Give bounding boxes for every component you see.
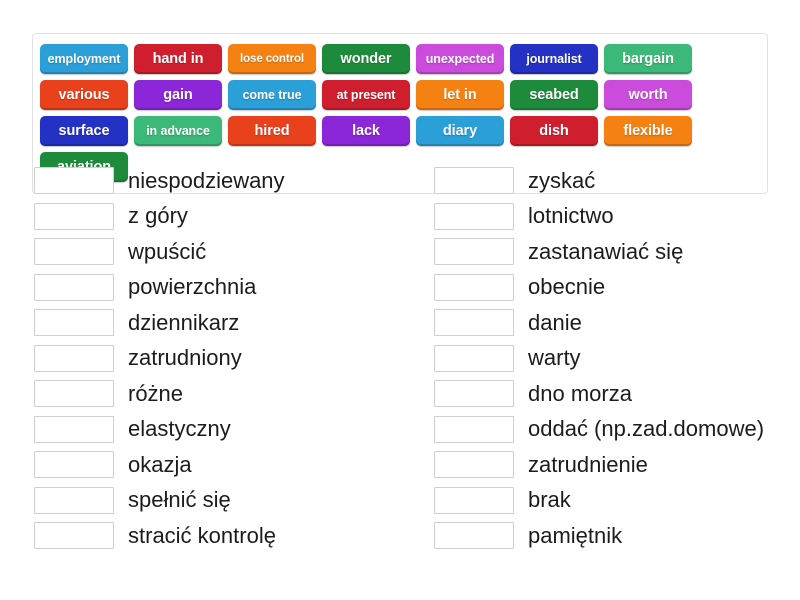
word-tile[interactable]: unexpected: [416, 44, 504, 74]
drop-slot[interactable]: [34, 202, 114, 230]
drop-slot[interactable]: [434, 238, 514, 266]
word-tile[interactable]: hand in: [134, 44, 222, 74]
answer-label: zastanawiać się: [528, 238, 684, 264]
word-tile[interactable]: wonder: [322, 44, 410, 74]
drop-slot[interactable]: [434, 451, 514, 479]
drop-slot[interactable]: [34, 273, 114, 301]
answer-row: zastanawiać się: [434, 234, 800, 270]
answer-label: powierzchnia: [128, 274, 257, 300]
answer-row: oddać (np.zad.domowe): [434, 412, 800, 448]
answer-label: wpuścić: [128, 238, 207, 264]
answer-label: warty: [528, 345, 581, 371]
word-tile[interactable]: seabed: [510, 80, 598, 110]
answer-row: stracić kontrolę: [34, 518, 400, 554]
answer-row: spełnić się: [34, 483, 400, 519]
drop-slot[interactable]: [434, 273, 514, 301]
answer-row: zatrudniony: [34, 341, 400, 377]
word-tile[interactable]: surface: [40, 116, 128, 146]
answer-column-left: niespodziewany z góry wpuścić powierzchnia d…: [0, 163, 400, 554]
answer-label: brak: [528, 487, 571, 513]
drop-slot[interactable]: [434, 380, 514, 408]
word-tile[interactable]: hired: [228, 116, 316, 146]
answer-label: pamiętnik: [528, 522, 623, 548]
answer-label: dno morza: [528, 380, 632, 406]
answer-columns: niespodziewany z góry wpuścić powierzchnia d…: [0, 163, 800, 554]
answer-label: spełnić się: [128, 487, 231, 513]
answer-row: lotnictwo: [434, 199, 800, 235]
answer-row: zatrudnienie: [434, 447, 800, 483]
answer-row: elastyczny: [34, 412, 400, 448]
word-tile[interactable]: worth: [604, 80, 692, 110]
drop-slot[interactable]: [34, 522, 114, 550]
answer-label: stracić kontrolę: [128, 522, 276, 548]
drop-slot[interactable]: [434, 202, 514, 230]
word-tile[interactable]: come true: [228, 80, 316, 110]
word-tile[interactable]: at present: [322, 80, 410, 110]
drop-slot[interactable]: [434, 309, 514, 337]
drop-slot[interactable]: [34, 380, 114, 408]
word-tile[interactable]: let in: [416, 80, 504, 110]
answer-label: zatrudnienie: [528, 451, 648, 477]
word-tile[interactable]: in advance: [134, 116, 222, 146]
drop-slot[interactable]: [434, 486, 514, 514]
answer-label: z góry: [128, 203, 188, 229]
answer-row: warty: [434, 341, 800, 377]
word-tile[interactable]: various: [40, 80, 128, 110]
word-tile[interactable]: dish: [510, 116, 598, 146]
word-tile[interactable]: gain: [134, 80, 222, 110]
answer-row: różne: [34, 376, 400, 412]
answer-row: danie: [434, 305, 800, 341]
answer-label: dziennikarz: [128, 309, 240, 335]
answer-row: dziennikarz: [34, 305, 400, 341]
answer-row: okazja: [34, 447, 400, 483]
word-tile[interactable]: journalist: [510, 44, 598, 74]
word-tile[interactable]: lose control: [228, 44, 316, 74]
word-tile[interactable]: bargain: [604, 44, 692, 74]
answer-row: z góry: [34, 199, 400, 235]
answer-label: zatrudniony: [128, 345, 242, 371]
answer-label: niespodziewany: [128, 167, 285, 193]
answer-row: powierzchnia: [34, 270, 400, 306]
answer-label: zyskać: [528, 167, 596, 193]
drop-slot[interactable]: [434, 415, 514, 443]
answer-row: niespodziewany: [34, 163, 400, 199]
answer-label: obecnie: [528, 274, 606, 300]
answer-row: zyskać: [434, 163, 800, 199]
answer-label: oddać (np.zad.domowe): [528, 416, 765, 442]
drop-slot[interactable]: [34, 309, 114, 337]
drop-slot[interactable]: [434, 344, 514, 372]
answer-row: pamiętnik: [434, 518, 800, 554]
answer-label: danie: [528, 309, 582, 335]
drop-slot[interactable]: [34, 415, 114, 443]
answer-label: różne: [128, 380, 184, 406]
answer-row: dno morza: [434, 376, 800, 412]
word-tile[interactable]: diary: [416, 116, 504, 146]
drop-slot[interactable]: [34, 238, 114, 266]
answer-label: okazja: [128, 451, 192, 477]
drop-slot[interactable]: [34, 451, 114, 479]
answer-row: obecnie: [434, 270, 800, 306]
answer-row: wpuścić: [34, 234, 400, 270]
drop-slot[interactable]: [34, 167, 114, 195]
answer-label: lotnictwo: [528, 203, 614, 229]
answer-label: elastyczny: [128, 416, 231, 442]
word-tile[interactable]: flexible: [604, 116, 692, 146]
drop-slot[interactable]: [34, 344, 114, 372]
drop-slot[interactable]: [434, 522, 514, 550]
match-up-activity: employment hand in lose control wonder unexp…: [0, 0, 800, 600]
drop-slot[interactable]: [34, 486, 114, 514]
word-tile[interactable]: employment: [40, 44, 128, 74]
answer-row: brak: [434, 483, 800, 519]
answer-column-right: zyskać lotnictwo zastanawiać się obecnie dan…: [400, 163, 800, 554]
drop-slot[interactable]: [434, 167, 514, 195]
word-tile[interactable]: lack: [322, 116, 410, 146]
